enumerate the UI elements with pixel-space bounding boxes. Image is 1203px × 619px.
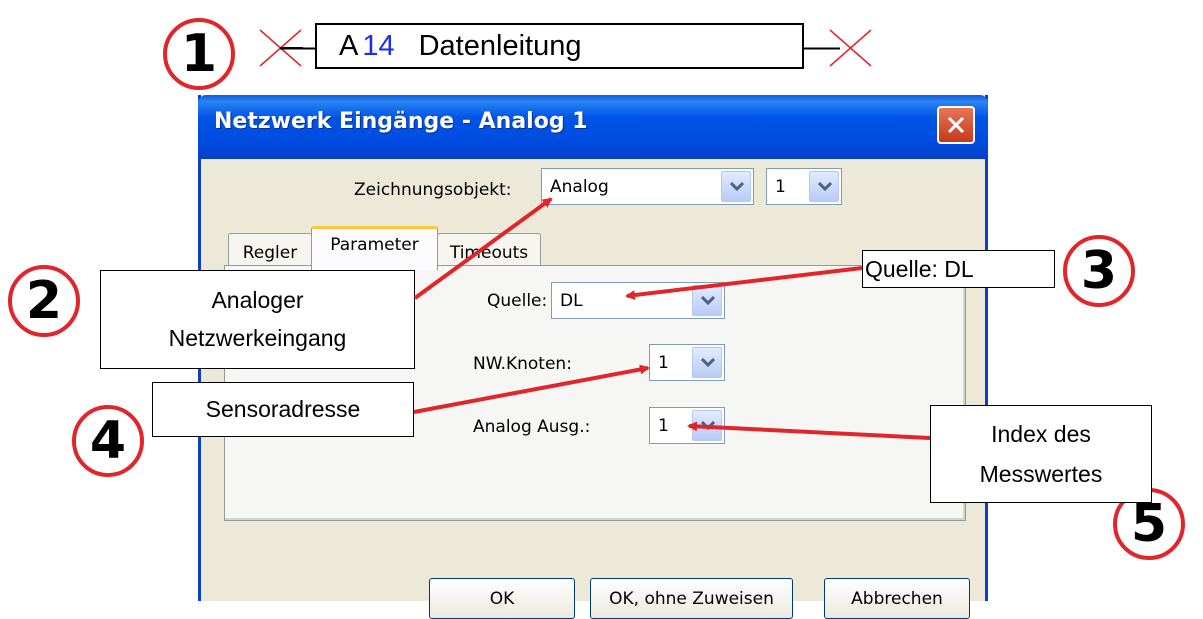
drawing-object-index-select[interactable]: 1: [766, 168, 842, 205]
object-number: 14: [362, 30, 395, 62]
callout-source-dl: Quelle: DL: [862, 250, 1055, 288]
node-select[interactable]: 1: [649, 344, 725, 381]
callout-5-line-2: Messwertes: [979, 461, 1103, 487]
output-label: Analog Ausg.:: [473, 417, 591, 437]
close-icon: [947, 116, 965, 134]
drawing-object-select[interactable]: Analog: [541, 168, 754, 205]
tab-parameter[interactable]: Parameter: [311, 226, 438, 270]
marker-1: 1: [163, 18, 235, 90]
cancel-button[interactable]: Abbrechen: [824, 578, 970, 619]
source-label: Quelle:: [487, 291, 548, 311]
ok-without-assign-button[interactable]: OK, ohne Zuweisen: [590, 578, 793, 619]
marker-3: 3: [1063, 235, 1135, 307]
chevron-down-icon[interactable]: [809, 171, 839, 202]
callout-measurement-index: Index des Messwertes: [930, 405, 1152, 503]
callout-5-line-1: Index des: [991, 421, 1091, 447]
dialog-titlebar[interactable]: Netzwerk Eingänge - Analog 1: [198, 95, 988, 159]
callout-sensor-address: Sensoradresse: [152, 382, 414, 437]
drawing-object-index-value: 1: [775, 177, 786, 197]
left-connector-line: [280, 47, 316, 50]
callout-analog-network-input: Analoger Netzwerkeingang: [100, 270, 415, 369]
dialog-title: Netzwerk Eingänge - Analog 1: [214, 109, 588, 134]
object-prefix: A: [339, 30, 359, 62]
chevron-down-icon[interactable]: [692, 285, 722, 316]
ok-button[interactable]: OK: [429, 578, 575, 619]
callout-2-line-1: Analoger: [211, 287, 304, 313]
chevron-down-icon[interactable]: [721, 171, 751, 202]
callout-3-text: Quelle: DL: [865, 256, 974, 282]
drawing-object-value: Analog: [550, 177, 609, 197]
source-value: DL: [560, 291, 583, 311]
drawing-object-label: Zeichnungsobjekt:: [354, 180, 512, 200]
chevron-down-icon[interactable]: [692, 410, 722, 441]
chevron-down-icon[interactable]: [692, 347, 722, 378]
callout-4-text: Sensoradresse: [205, 396, 361, 422]
output-select[interactable]: 1: [649, 407, 725, 444]
node-label: NW.Knoten:: [473, 354, 572, 374]
object-name: Datenleitung: [418, 30, 582, 62]
data-line-object[interactable]: A 14 Datenleitung: [315, 23, 804, 69]
callout-2-line-2: Netzwerkeingang: [168, 325, 347, 351]
output-value: 1: [658, 416, 669, 436]
node-value: 1: [658, 353, 669, 373]
marker-2: 2: [8, 265, 80, 337]
right-connector-x-icon: [829, 29, 872, 67]
close-button[interactable]: [937, 106, 975, 144]
marker-4: 4: [72, 405, 144, 477]
source-select[interactable]: DL: [551, 282, 725, 319]
